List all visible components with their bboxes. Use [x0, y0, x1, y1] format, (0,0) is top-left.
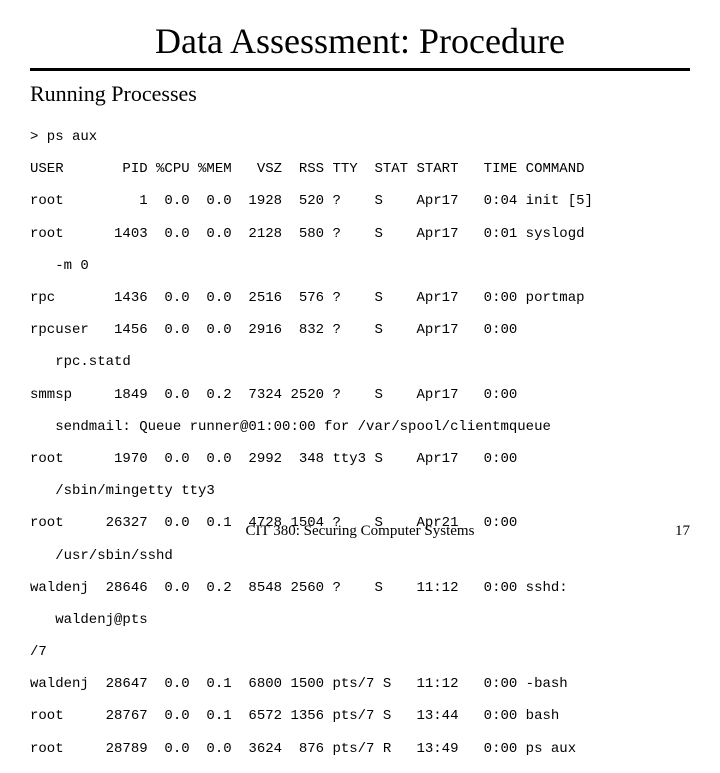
footer-text: CIT 380: Securing Computer Systems: [0, 523, 720, 540]
terminal-prompt: > ps aux: [30, 129, 690, 145]
terminal-line: waldenj 28647 0.0 0.1 6800 1500 pts/7 S …: [30, 676, 690, 692]
terminal-line: smmsp 1849 0.0 0.2 7324 2520 ? S Apr17 0…: [30, 387, 690, 403]
terminal-header: USER PID %CPU %MEM VSZ RSS TTY STAT STAR…: [30, 161, 690, 177]
terminal-line: waldenj@pts: [30, 612, 690, 628]
terminal-line: root 28767 0.0 0.1 6572 1356 pts/7 S 13:…: [30, 708, 690, 724]
terminal-line: root 1 0.0 0.0 1928 520 ? S Apr17 0:04 i…: [30, 193, 690, 209]
title-divider: [30, 68, 690, 71]
terminal-block: > ps aux USER PID %CPU %MEM VSZ RSS TTY …: [30, 113, 690, 773]
slide-title: Data Assessment: Procedure: [0, 20, 720, 62]
terminal-line: /7: [30, 644, 690, 660]
terminal-line: -m 0: [30, 258, 690, 274]
terminal-line: rpc 1436 0.0 0.0 2516 576 ? S Apr17 0:00…: [30, 290, 690, 306]
terminal-line: waldenj 28646 0.0 0.2 8548 2560 ? S 11:1…: [30, 580, 690, 596]
terminal-line: rpc.statd: [30, 354, 690, 370]
terminal-line: rpcuser 1456 0.0 0.0 2916 832 ? S Apr17 …: [30, 322, 690, 338]
terminal-line: root 1403 0.0 0.0 2128 580 ? S Apr17 0:0…: [30, 226, 690, 242]
terminal-line: /sbin/mingetty tty3: [30, 483, 690, 499]
section-subtitle: Running Processes: [30, 81, 690, 107]
terminal-line: root 1970 0.0 0.0 2992 348 tty3 S Apr17 …: [30, 451, 690, 467]
page-number: 17: [675, 523, 690, 540]
terminal-line: sendmail: Queue runner@01:00:00 for /var…: [30, 419, 690, 435]
terminal-line: /usr/sbin/sshd: [30, 548, 690, 564]
terminal-line: root 28789 0.0 0.0 3624 876 pts/7 R 13:4…: [30, 741, 690, 757]
